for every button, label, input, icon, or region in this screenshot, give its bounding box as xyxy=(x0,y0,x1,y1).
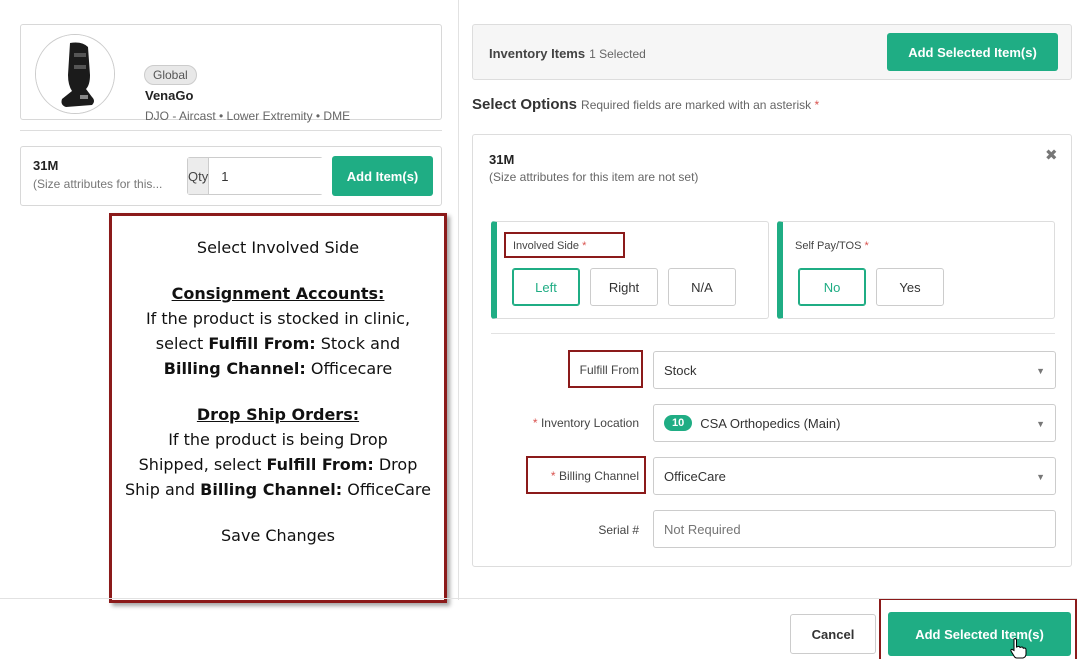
qty-label: Qty xyxy=(188,158,210,194)
caret-down-icon: ▼ xyxy=(1036,419,1045,429)
billing-channel-select[interactable]: OfficeCare ▼ xyxy=(653,457,1056,495)
side-na-button[interactable]: N/A xyxy=(668,268,736,306)
left-panel: Global VenaGo DJO - Aircast • Lower Extr… xyxy=(0,0,458,603)
select-options-heading: Select Options Required fields are marked… xyxy=(472,96,819,113)
serial-input[interactable] xyxy=(653,510,1056,548)
dropship-heading: Drop Ship Orders: xyxy=(196,405,360,424)
required-asterisk: * xyxy=(550,469,556,483)
text-fragment: Shipped, select xyxy=(138,455,267,474)
item-size: 31M xyxy=(33,158,59,173)
fulfill-from-label: Fulfill From xyxy=(579,363,639,377)
required-asterisk: * xyxy=(814,98,820,112)
text-fragment: Officecare xyxy=(305,359,393,378)
required-asterisk: * xyxy=(532,416,538,430)
item-row: 31M (Size attributes for this... Qty Add… xyxy=(20,146,442,206)
text-fragment: Drop xyxy=(373,455,418,474)
add-selected-items-button[interactable]: Add Selected Item(s) xyxy=(888,612,1071,656)
inventory-location-label: * Inventory Location xyxy=(503,416,639,430)
self-pay-yes-button[interactable]: Yes xyxy=(876,268,944,306)
divider xyxy=(491,333,1055,334)
callout-title: Select Involved Side xyxy=(196,238,360,257)
text-fragment: Ship and xyxy=(124,480,201,499)
caret-down-icon: ▼ xyxy=(1036,366,1045,376)
option-item-size: 31M xyxy=(489,152,515,167)
instruction-callout: Select Involved Side Consignment Account… xyxy=(109,213,447,603)
add-item-button[interactable]: Add Item(s) xyxy=(332,156,433,196)
required-note: Required fields are marked with an aster… xyxy=(581,98,819,112)
self-pay-group: Self Pay/TOS * No Yes xyxy=(777,221,1055,319)
save-changes-text: Save Changes xyxy=(221,526,335,545)
required-asterisk: * xyxy=(582,240,587,252)
text-fragment-bold: Fulfill From: xyxy=(266,455,374,474)
cancel-button[interactable]: Cancel xyxy=(790,614,876,654)
side-right-button[interactable]: Right xyxy=(590,268,658,306)
location-count-badge: 10 xyxy=(664,415,693,431)
text-fragment-bold: Billing Channel: xyxy=(163,359,306,378)
column-divider xyxy=(458,0,459,600)
required-note-text: Required fields are marked with an aster… xyxy=(581,98,812,112)
fulfill-from-select[interactable]: Stock ▼ xyxy=(653,351,1056,389)
product-image xyxy=(35,34,115,114)
serial-label: Serial # xyxy=(598,523,639,537)
side-left-button[interactable]: Left xyxy=(512,268,580,306)
involved-side-group: Involved Side * Left Right N/A xyxy=(491,221,769,319)
option-card: 31M (Size attributes for this item are n… xyxy=(472,134,1072,567)
fulfill-from-value: Stock xyxy=(664,362,697,378)
item-size-note: (Size attributes for this... xyxy=(33,177,163,191)
inventory-header: Inventory Items 1 Selected Add Selected I… xyxy=(472,24,1072,80)
global-badge: Global xyxy=(144,65,197,85)
footer-divider xyxy=(0,598,1077,599)
inventory-location-select[interactable]: 10 CSA Orthopedics (Main) ▼ xyxy=(653,404,1056,442)
billing-channel-value: OfficeCare xyxy=(664,468,726,484)
product-name: VenaGo xyxy=(145,88,194,103)
self-pay-label-text: Self Pay/TOS xyxy=(795,240,862,252)
inventory-location-value: CSA Orthopedics (Main) xyxy=(700,415,841,431)
inventory-title-text: Inventory Items xyxy=(489,46,586,61)
text-fragment-bold: Billing Channel: xyxy=(200,480,343,499)
required-asterisk: * xyxy=(864,240,869,252)
select-options-title: Select Options xyxy=(472,96,578,113)
divider xyxy=(20,130,442,131)
text-fragment: Stock and xyxy=(315,334,401,353)
dropship-text-3: Ship and Billing Channel: OfficeCare xyxy=(112,478,444,501)
consignment-text-1: If the product is stocked in clinic, xyxy=(145,309,411,328)
consignment-text-2: select Fulfill From: Stock and xyxy=(112,332,444,355)
option-item-note: (Size attributes for this item are not s… xyxy=(489,170,699,184)
self-pay-label: Self Pay/TOS * xyxy=(795,240,869,252)
dropship-text-1: If the product is being Drop xyxy=(168,430,388,449)
hand-pointer-icon xyxy=(1010,638,1027,659)
product-subtitle: DJO - Aircast • Lower Extremity • DME xyxy=(145,109,351,123)
billing-channel-label: * Billing Channel xyxy=(513,469,639,483)
close-icon[interactable]: ✖ xyxy=(1045,146,1058,164)
product-card: Global VenaGo DJO - Aircast • Lower Extr… xyxy=(20,24,442,123)
add-selected-items-button-top[interactable]: Add Selected Item(s) xyxy=(887,33,1058,71)
dropship-text-2: Shipped, select Fulfill From: Drop xyxy=(112,453,444,476)
inventory-count: 1 Selected xyxy=(589,47,646,61)
consignment-heading: Consignment Accounts: xyxy=(171,284,385,303)
involved-side-label: Involved Side * xyxy=(513,240,586,252)
consignment-text-3: Billing Channel: Officecare xyxy=(112,357,444,380)
qty-group: Qty xyxy=(187,157,398,195)
caret-down-icon: ▼ xyxy=(1036,472,1045,482)
text-fragment: OfficeCare xyxy=(342,480,431,499)
involved-side-label-text: Involved Side xyxy=(513,240,580,252)
inventory-location-label-text: Inventory Location xyxy=(540,416,639,430)
text-fragment: select xyxy=(155,334,209,353)
inventory-title: Inventory Items 1 Selected xyxy=(489,46,646,61)
billing-channel-label-text: Billing Channel xyxy=(558,469,639,483)
text-fragment-bold: Fulfill From: xyxy=(208,334,316,353)
self-pay-no-button[interactable]: No xyxy=(798,268,866,306)
